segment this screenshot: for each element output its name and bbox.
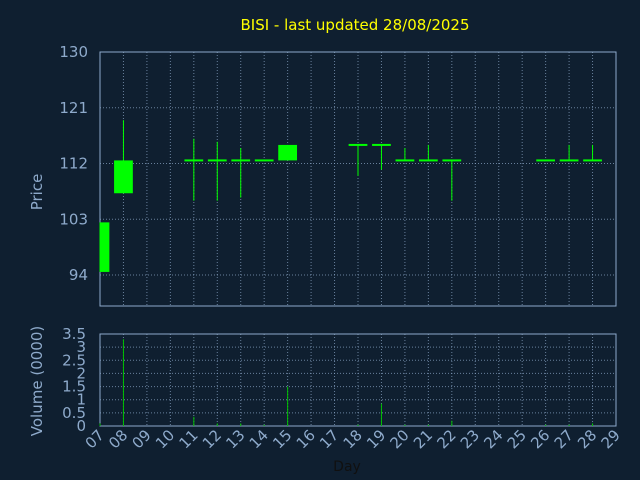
x-tick-label: 26	[527, 426, 553, 452]
candle	[442, 159, 462, 201]
volume-axis-title: Volume (0000)	[28, 326, 46, 436]
x-tick-label: 11	[175, 426, 201, 452]
candle-body	[207, 159, 227, 162]
candle-body	[418, 159, 438, 162]
price-tick-label: 121	[59, 99, 88, 117]
candle-body	[583, 159, 602, 162]
x-tick-label: 27	[551, 426, 577, 452]
candle	[418, 144, 438, 162]
x-tick-label: 15	[269, 426, 295, 452]
candle	[207, 141, 227, 201]
candle-body	[395, 159, 415, 162]
candle	[583, 144, 602, 162]
chart-title: BISI - last updated 28/08/2025	[240, 16, 469, 34]
candle-body	[278, 144, 298, 161]
candle-body	[254, 159, 274, 162]
candle-body	[231, 159, 251, 162]
x-tick-label: 17	[316, 426, 342, 452]
volume-panel: 00.511.522.533.5	[62, 325, 617, 435]
x-tick-label: 28	[574, 426, 600, 452]
price-axis-title: Price	[28, 174, 46, 211]
candle	[395, 148, 415, 162]
x-tick-label: 16	[293, 426, 319, 452]
candle	[536, 159, 556, 162]
candle-body	[184, 159, 204, 162]
price-tick-label: 94	[69, 266, 88, 284]
x-tick-label: 23	[457, 426, 483, 452]
price-tick-label: 130	[59, 43, 88, 61]
candle-body	[100, 222, 110, 272]
candle	[254, 159, 274, 162]
candle	[231, 148, 251, 198]
x-tick-label: 24	[480, 426, 506, 452]
x-tick-label: 22	[433, 426, 459, 452]
x-tick-label: 29	[598, 426, 624, 452]
candle	[348, 143, 368, 176]
x-tick-label: 08	[105, 426, 131, 452]
x-tick-label: 10	[152, 426, 178, 452]
x-tick-label: 21	[410, 426, 436, 452]
x-tick-label: 18	[340, 426, 366, 452]
candle-body	[442, 159, 462, 162]
price-panel: 94 103 112 121 130	[59, 43, 617, 307]
stock-chart: BISI - last updated 28/08/2025 941031121…	[28, 16, 624, 475]
candle-body	[372, 143, 391, 146]
candle	[559, 144, 579, 162]
price-tick-label: 112	[59, 155, 88, 173]
volume-tick-label: 3.5	[62, 325, 86, 343]
candle-body	[348, 143, 368, 146]
x-tick-label: 20	[387, 426, 413, 452]
x-tick-label: 12	[199, 426, 225, 452]
x-tick-label: 13	[222, 426, 248, 452]
candle	[184, 138, 204, 201]
candle-body	[114, 160, 133, 194]
x-axis: 0708091011121314151617181920212223242526…	[82, 426, 624, 452]
candle	[114, 120, 133, 194]
candle	[99, 222, 110, 272]
candle	[372, 143, 391, 170]
x-tick-label: 25	[504, 426, 530, 452]
x-tick-label: 09	[129, 426, 155, 452]
candle	[278, 144, 298, 161]
candle-body	[559, 159, 579, 162]
x-axis-title: Day	[333, 459, 361, 475]
x-tick-label: 14	[246, 426, 272, 452]
price-tick-label: 103	[59, 210, 88, 228]
candle-body	[536, 159, 556, 162]
x-tick-label: 19	[363, 426, 389, 452]
